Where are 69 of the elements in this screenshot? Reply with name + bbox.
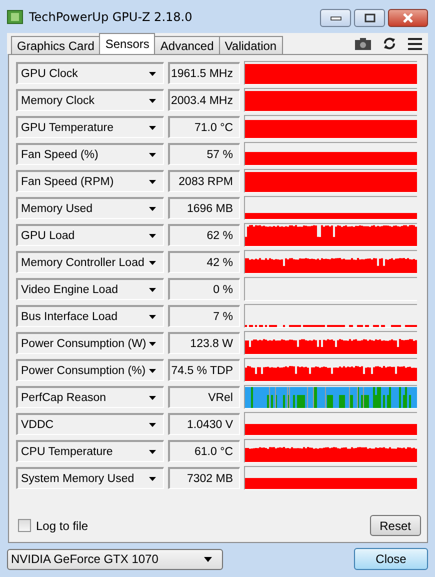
sensor-value: 0 % [168, 278, 240, 300]
tab[interactable]: Validation [218, 36, 283, 54]
sensor-value: 61.0 °C [168, 440, 240, 462]
device-select[interactable]: NVIDIA GeForce GTX 1070 [7, 548, 223, 570]
caret-icon [149, 314, 156, 318]
sensor-name-dropdown[interactable]: GPU Load [16, 224, 164, 246]
sensor-value: 7302 MB [168, 467, 240, 489]
tab[interactable]: Advanced [154, 36, 220, 54]
window-title: TechPowerUp GPU-Z 2.18.0 [29, 10, 192, 24]
sensor-value: 71.0 °C [168, 116, 240, 138]
sensor-value: 74.5 % TDP [168, 359, 240, 381]
sensor-name-dropdown[interactable]: Memory Used [16, 197, 164, 219]
sensor-name-dropdown[interactable]: Bus Interface Load [16, 305, 164, 327]
sensor-value: 57 % [168, 143, 240, 165]
caret-icon [149, 180, 156, 184]
sensor-name-dropdown[interactable]: Memory Clock [16, 89, 164, 111]
minimize-button[interactable] [320, 9, 351, 27]
menu-icon[interactable] [408, 38, 422, 50]
caret-icon [149, 72, 156, 76]
caret-icon [204, 556, 212, 562]
caret-icon [149, 206, 156, 210]
sensor-value: 2003.4 MHz [168, 89, 240, 111]
maximize-icon [364, 13, 376, 23]
sensor-value: 7 % [168, 305, 240, 327]
caret-icon [149, 476, 156, 480]
refresh-icon[interactable] [383, 37, 396, 50]
sensor-name-dropdown[interactable]: Video Engine Load [16, 278, 164, 300]
caret-icon [149, 342, 156, 346]
sensor-name-dropdown[interactable]: Power Consumption (W) [16, 332, 164, 354]
sensor-name-dropdown[interactable]: PerfCap Reason [16, 386, 164, 408]
minimize-icon [330, 15, 342, 21]
maximize-button[interactable] [354, 9, 385, 27]
sensor-name-dropdown[interactable]: Fan Speed (RPM) [16, 170, 164, 192]
app-icon [7, 10, 23, 24]
caret-icon [149, 368, 156, 372]
sensor-value: 62 % [168, 224, 240, 246]
sensor-name-dropdown[interactable]: System Memory Used [16, 467, 164, 489]
close-icon [401, 13, 415, 23]
caret-icon [149, 152, 156, 156]
tab[interactable]: Graphics Card [11, 36, 100, 54]
log-checkbox[interactable] [18, 519, 31, 532]
sensor-value: 2083 RPM [168, 170, 240, 192]
tab[interactable]: Sensors [99, 33, 156, 54]
sensor-value: VRel [168, 386, 240, 408]
caret-icon [149, 396, 156, 400]
camera-icon[interactable] [355, 38, 371, 50]
sensor-name-dropdown[interactable]: CPU Temperature [16, 440, 164, 462]
log-label: Log to file [36, 518, 88, 532]
caret-icon [149, 126, 156, 130]
close-button[interactable]: Close [354, 548, 428, 570]
close-window-button[interactable] [388, 9, 428, 27]
sensor-value: 1.0430 V [168, 413, 240, 435]
sensor-name-dropdown[interactable]: GPU Temperature [16, 116, 164, 138]
sensor-value: 42 % [168, 251, 240, 273]
sensor-name-dropdown[interactable]: Memory Controller Load [16, 251, 164, 273]
sensor-value: 1696 MB [168, 197, 240, 219]
caret-icon [149, 422, 156, 426]
sensor-value: 123.8 W [168, 332, 240, 354]
sensor-name-dropdown[interactable]: Fan Speed (%) [16, 143, 164, 165]
sensor-value: 1961.5 MHz [168, 62, 240, 84]
caret-icon [149, 234, 156, 238]
reset-button[interactable]: Reset [370, 515, 421, 536]
caret-icon [149, 288, 156, 292]
sensor-name-dropdown[interactable]: GPU Clock [16, 62, 164, 84]
caret-icon [149, 98, 156, 102]
sensor-name-dropdown[interactable]: VDDC [16, 413, 164, 435]
caret-icon [149, 450, 156, 454]
sensor-name-dropdown[interactable]: Power Consumption (%) [16, 359, 164, 381]
caret-icon [149, 260, 156, 264]
